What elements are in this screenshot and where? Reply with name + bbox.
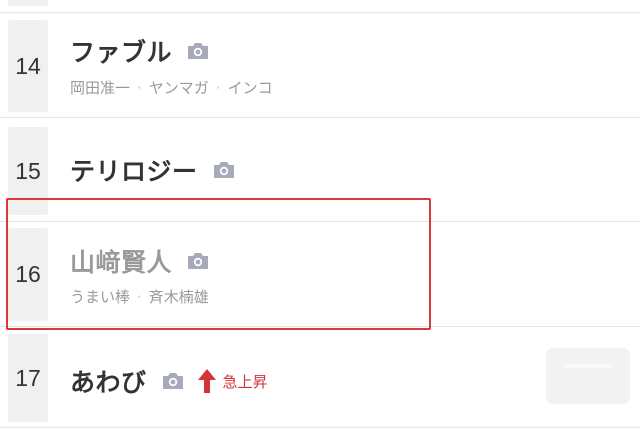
related-keywords: 岡田准一 · ヤンマガ · インコ xyxy=(70,77,273,98)
camera-icon[interactable] xyxy=(161,371,185,391)
item-name: ファブル xyxy=(70,38,173,67)
name-line: テリロジー xyxy=(70,152,236,188)
floating-button[interactable] xyxy=(546,348,630,404)
item-name: あわび xyxy=(70,368,147,397)
rank-number: 17 xyxy=(8,334,48,422)
name-line: ファブル xyxy=(70,33,210,69)
keyword[interactable]: インコ xyxy=(228,79,273,97)
highlight-box xyxy=(6,198,431,330)
name-line: あわび 急上昇 xyxy=(70,363,268,399)
rank-number: 14 xyxy=(8,20,48,112)
divider xyxy=(0,427,640,428)
separator-dot: · xyxy=(137,79,142,97)
camera-icon[interactable] xyxy=(186,41,210,61)
arrow-up-icon xyxy=(197,369,216,393)
camera-icon[interactable] xyxy=(212,160,236,180)
surge-badge: 急上昇 xyxy=(222,372,268,391)
item-name: テリロジー xyxy=(70,157,198,186)
previous-rank-box xyxy=(8,0,48,6)
ranking-item-14[interactable]: 14 ファブル 岡田准一 · ヤンマガ · インコ xyxy=(0,13,640,117)
keyword[interactable]: 岡田准一 xyxy=(70,79,130,97)
separator-dot: · xyxy=(215,79,221,97)
keyword[interactable]: ヤンマガ xyxy=(149,79,209,97)
ranking-item-17[interactable]: 17 あわび 急上昇 xyxy=(0,327,640,427)
